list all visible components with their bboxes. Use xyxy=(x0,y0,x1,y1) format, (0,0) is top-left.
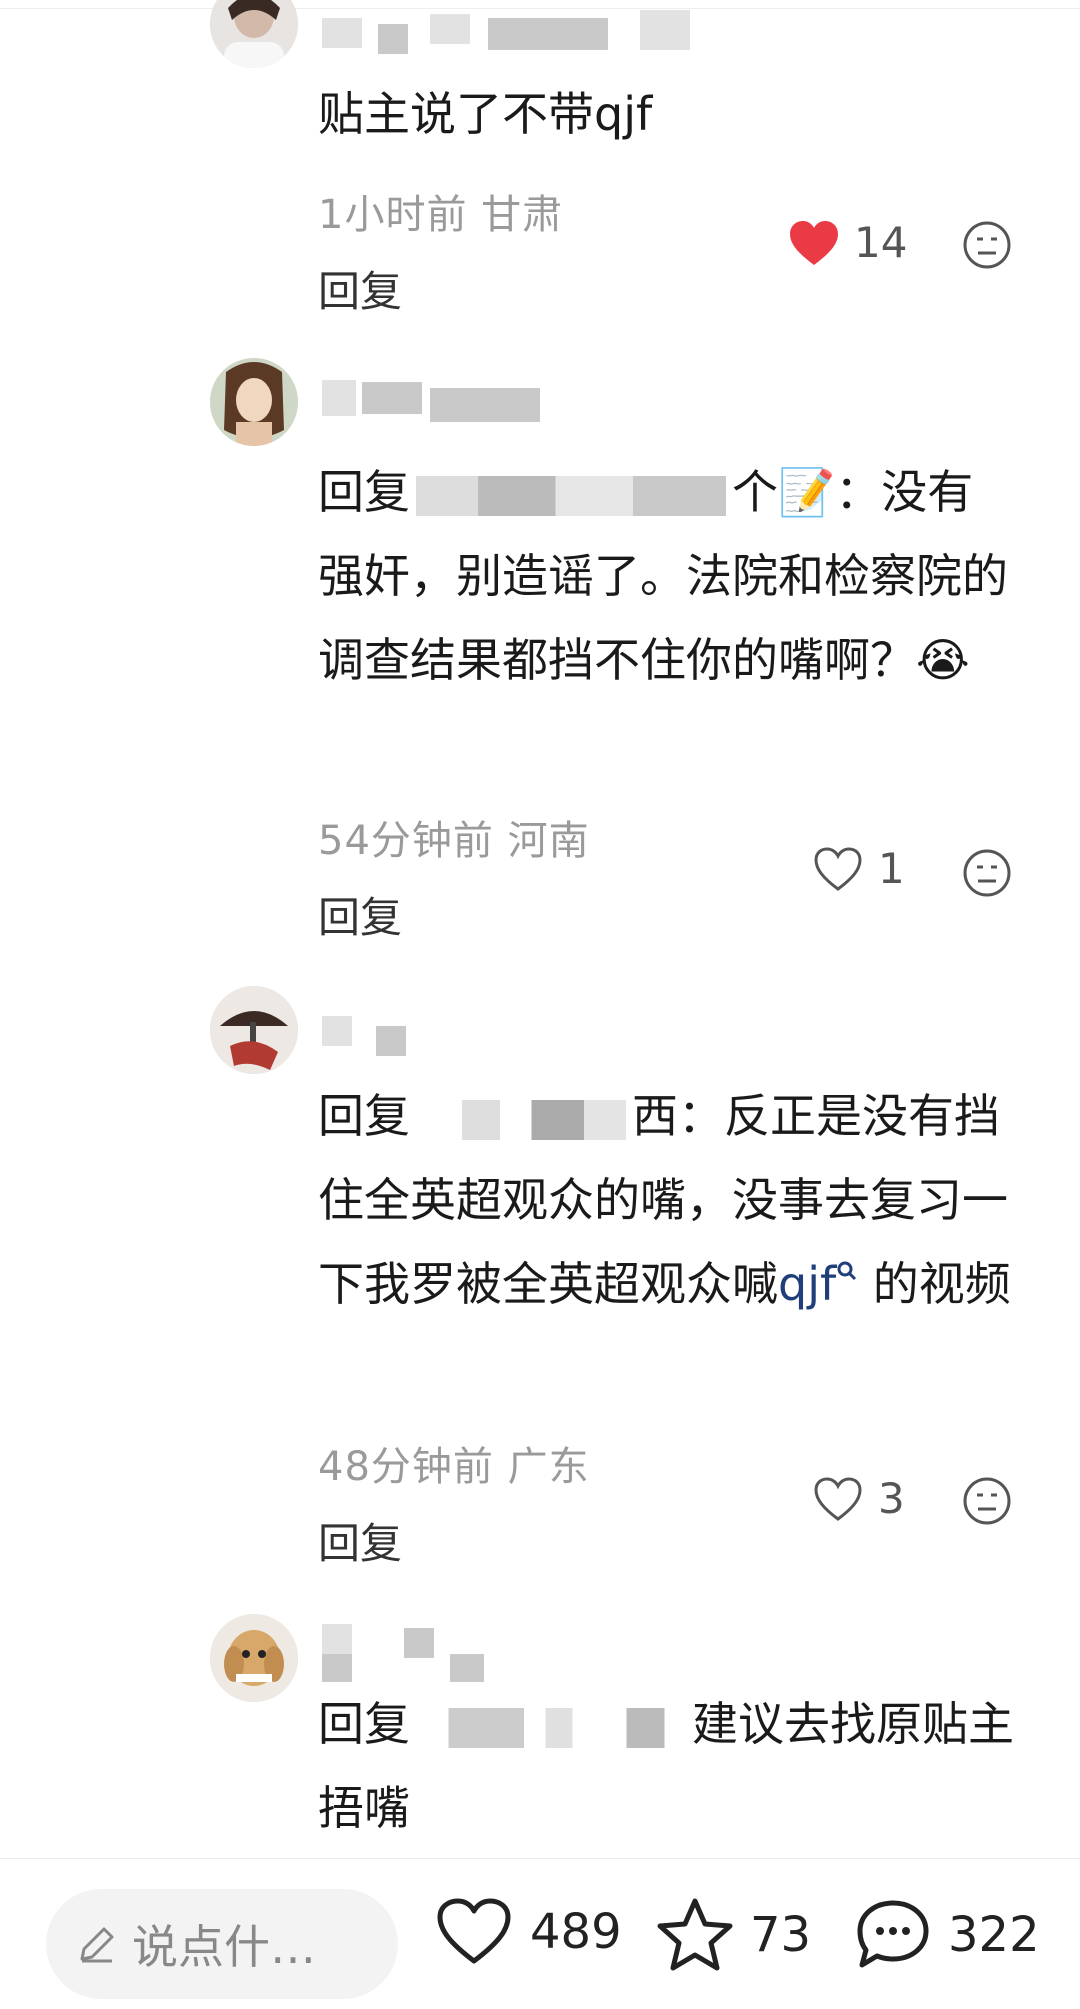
top-divider xyxy=(0,8,1080,9)
heart-filled-icon xyxy=(790,220,838,265)
username-redacted xyxy=(640,10,690,50)
comment-input[interactable]: 说点什… xyxy=(46,1889,398,1999)
avatar[interactable] xyxy=(210,0,298,68)
heart-outline-icon xyxy=(814,846,862,891)
username-redacted xyxy=(450,1654,484,1682)
like-post-count: 489 xyxy=(530,1904,622,1960)
reply-prefix: 回复 xyxy=(318,1697,410,1751)
reply-button[interactable]: 回复 xyxy=(318,258,402,319)
comment-meta: 54分钟前 河南 xyxy=(318,818,590,864)
username-redacted xyxy=(378,24,408,54)
username-redacted xyxy=(322,1624,352,1654)
avatar[interactable] xyxy=(210,358,298,446)
heart-outline-icon xyxy=(814,1476,862,1521)
username-redacted xyxy=(322,1654,352,1682)
reply-target-suffix: 西 xyxy=(632,1089,678,1143)
reply-prefix: 回复 xyxy=(318,465,410,519)
search-icon xyxy=(837,1261,857,1281)
reply-prefix: 回复 xyxy=(318,1089,410,1143)
search-link[interactable]: qjf xyxy=(778,1257,858,1311)
comment-meta: 48分钟前 广东 xyxy=(318,1444,590,1490)
comment-input-placeholder: 说点什… xyxy=(132,1920,316,1974)
comment-text: 回复 个📝：没有强奸，别造谣了。法院和检察院的调查结果都挡不住你的嘴啊？😭 xyxy=(318,450,1018,702)
avatar[interactable] xyxy=(210,1614,298,1702)
favorite-button[interactable]: 73 xyxy=(656,1897,811,1973)
text-tail: 的视频 xyxy=(858,1257,1011,1311)
username-redacted xyxy=(430,14,470,44)
username-redacted xyxy=(322,18,362,48)
like-count: 3 xyxy=(878,1474,905,1523)
star-outline-icon xyxy=(657,1898,733,1971)
reply-button[interactable]: 回复 xyxy=(318,884,402,945)
comment-text: 贴主说了不带qjf xyxy=(318,87,653,141)
username-redacted xyxy=(322,1016,352,1046)
like-count: 14 xyxy=(854,218,908,267)
comments-count: 322 xyxy=(948,1907,1040,1963)
comment-text: 回复 西：反正是没有挡住全英超观众的嘴，没事去复习一下我罗被全英超观众喊qjf 的… xyxy=(318,1074,1018,1326)
reply-target-redacted xyxy=(416,1707,686,1748)
username-redacted xyxy=(376,1026,406,1056)
dislike-icon[interactable] xyxy=(962,848,1012,898)
like-button[interactable]: 1 xyxy=(812,844,905,893)
reply-button[interactable]: 回复 xyxy=(318,1510,402,1571)
comment-text: 回复 建议去找原贴主捂嘴 xyxy=(318,1682,1018,1850)
like-button[interactable]: 14 xyxy=(788,218,907,267)
reply-target-suffix: 个📝 xyxy=(732,465,836,519)
reply-target-redacted xyxy=(416,475,726,516)
username-redacted xyxy=(430,388,540,422)
like-post-button[interactable]: 489 xyxy=(434,1897,622,1967)
avatar[interactable] xyxy=(210,986,298,1074)
username-redacted xyxy=(404,1628,434,1658)
favorite-count: 73 xyxy=(750,1907,812,1963)
chat-bubble-icon xyxy=(857,1900,929,1968)
username-redacted xyxy=(488,18,608,50)
dislike-icon[interactable] xyxy=(962,1476,1012,1526)
bottom-action-bar: 说点什… 489 73 322 xyxy=(0,1858,1080,2009)
username-redacted xyxy=(322,380,356,416)
dislike-icon[interactable] xyxy=(962,220,1012,270)
heart-outline-icon xyxy=(437,1898,511,1964)
link-text: qjf xyxy=(778,1257,837,1311)
reply-target-redacted xyxy=(416,1099,626,1140)
comments-button[interactable]: 322 xyxy=(854,1897,1040,1973)
comment-meta: 1小时前 甘肃 xyxy=(318,192,564,238)
like-count: 1 xyxy=(878,844,905,893)
username-redacted xyxy=(362,382,422,414)
like-button[interactable]: 3 xyxy=(812,1474,905,1523)
pencil-icon xyxy=(80,1927,114,1963)
